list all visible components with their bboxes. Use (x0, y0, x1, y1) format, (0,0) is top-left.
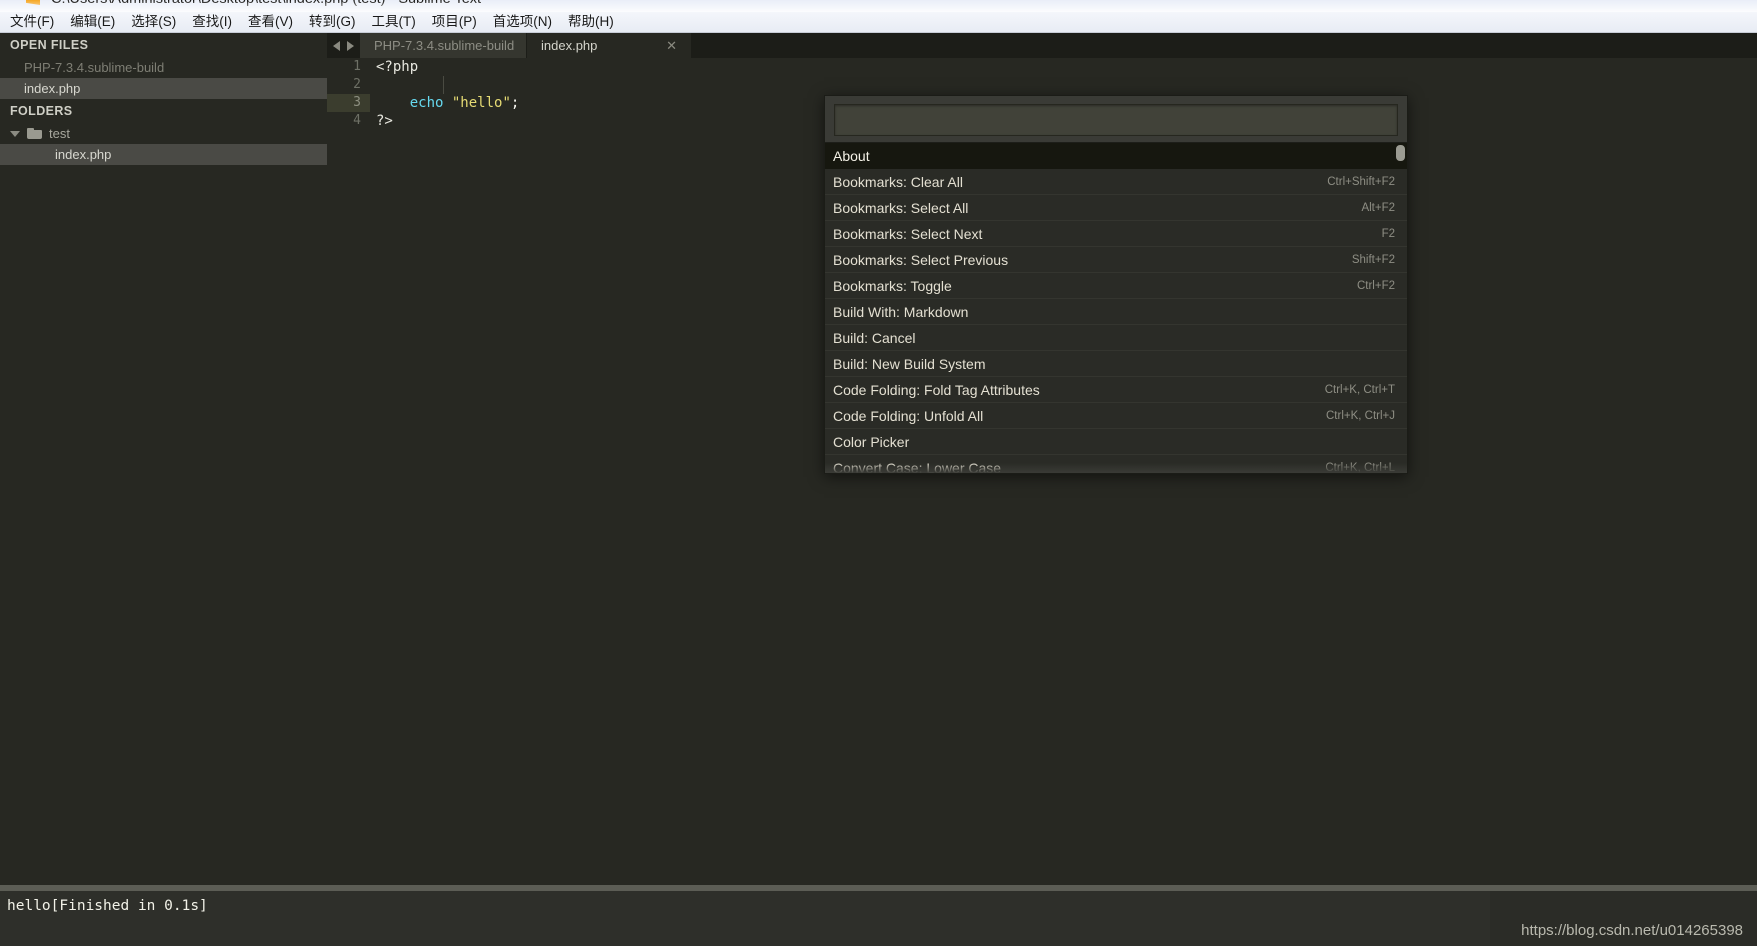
menu-bar: 文件(F) 编辑(E) 选择(S) 查找(I) 查看(V) 转到(G) 工具(T… (0, 12, 1757, 33)
palette-item-label: Build With: Markdown (833, 303, 969, 320)
palette-item-bookmarks-select-next[interactable]: Bookmarks: Select Next F2 (825, 221, 1407, 247)
command-palette-list: About Bookmarks: Clear All Ctrl+Shift+F2… (825, 142, 1407, 473)
line-number: 1 (353, 59, 361, 74)
palette-item-label: Bookmarks: Select Previous (833, 251, 1009, 268)
palette-item-label: Code Folding: Unfold All (833, 407, 984, 424)
palette-item-code-folding-fold-tag-attributes[interactable]: Code Folding: Fold Tag Attributes Ctrl+K… (825, 377, 1407, 403)
sublime-logo-icon (26, 0, 40, 5)
palette-item-shortcut: Ctrl+F2 (1356, 279, 1395, 292)
palette-item-label: About (833, 147, 870, 164)
palette-item-label: Build: Cancel (833, 329, 916, 346)
sublime-text-window: C:\Users\Administrator\Desktop\test\inde… (0, 0, 1757, 946)
palette-item-build-new-build-system[interactable]: Build: New Build System (825, 351, 1407, 377)
menu-tools[interactable]: 工具(T) (364, 12, 424, 32)
line-number-gutter: 1 2 3 4 (327, 58, 370, 885)
menu-find[interactable]: 查找(I) (184, 12, 240, 32)
palette-item-shortcut: Ctrl+K, Ctrl+T (1324, 383, 1395, 396)
palette-item-shortcut: Ctrl+K, Ctrl+L (1325, 461, 1395, 474)
build-output-panel: hello[Finished in 0.1s] https://blog.csd… (0, 891, 1757, 946)
palette-item-shortcut: Alt+F2 (1361, 201, 1395, 214)
sidebar: OPEN FILES PHP-7.3.4.sublime-build index… (0, 33, 328, 885)
arrow-left-icon[interactable] (333, 40, 340, 51)
palette-item-about[interactable]: About (825, 143, 1407, 169)
open-file-build[interactable]: PHP-7.3.4.sublime-build (0, 57, 327, 78)
palette-item-bookmarks-clear-all[interactable]: Bookmarks: Clear All Ctrl+Shift+F2 (825, 169, 1407, 195)
palette-item-shortcut: Shift+F2 (1351, 253, 1395, 266)
menu-edit[interactable]: 编辑(E) (62, 12, 123, 32)
command-palette-input[interactable] (835, 105, 1397, 135)
line-number: 4 (353, 113, 361, 128)
folder-file-index[interactable]: index.php (0, 144, 327, 165)
palette-item-code-folding-unfold-all[interactable]: Code Folding: Unfold All Ctrl+K, Ctrl+J (825, 403, 1407, 429)
palette-item-label: Bookmarks: Toggle (833, 277, 952, 294)
menu-help[interactable]: 帮助(H) (560, 12, 622, 32)
palette-item-bookmarks-toggle[interactable]: Bookmarks: Toggle Ctrl+F2 (825, 273, 1407, 299)
menu-view[interactable]: 查看(V) (240, 12, 301, 32)
palette-item-label: Build: New Build System (833, 355, 986, 372)
folders-header: FOLDERS (10, 104, 73, 118)
palette-item-shortcut: F2 (1381, 227, 1395, 240)
palette-item-label: Color Picker (833, 433, 910, 450)
folder-test[interactable]: test (0, 123, 327, 144)
tab-label: PHP-7.3.4.sublime-build (374, 38, 515, 53)
close-icon[interactable]: ✕ (666, 33, 677, 58)
palette-item-label: Convert Case: Lower Case (833, 459, 1002, 474)
tab-bar: PHP-7.3.4.sublime-build ✕ index.php ✕ (327, 33, 1757, 58)
code-line-1: <?php (376, 59, 419, 75)
window-title: C:\Users\Administrator\Desktop\test\inde… (51, 0, 481, 7)
tab-label: index.php (541, 38, 598, 53)
scrollbar-thumb[interactable] (1396, 145, 1405, 161)
palette-item-label: Bookmarks: Select All (833, 199, 969, 216)
folder-label: test (49, 126, 70, 141)
tab-index-php[interactable]: index.php ✕ (527, 33, 692, 58)
workspace: OPEN FILES PHP-7.3.4.sublime-build index… (0, 33, 1757, 885)
palette-item-label: Code Folding: Fold Tag Attributes (833, 381, 1040, 398)
menu-project[interactable]: 项目(P) (424, 12, 485, 32)
arrow-right-icon[interactable] (347, 40, 354, 51)
palette-item-shortcut: Ctrl+Shift+F2 (1327, 175, 1395, 188)
palette-item-shortcut: Ctrl+K, Ctrl+J (1325, 409, 1395, 422)
command-palette: About Bookmarks: Clear All Ctrl+Shift+F2… (824, 95, 1408, 474)
tab-php-build[interactable]: PHP-7.3.4.sublime-build ✕ (360, 33, 547, 58)
palette-item-build-with-markdown[interactable]: Build With: Markdown (825, 299, 1407, 325)
palette-item-build-cancel[interactable]: Build: Cancel (825, 325, 1407, 351)
palette-item-bookmarks-select-previous[interactable]: Bookmarks: Select Previous Shift+F2 (825, 247, 1407, 273)
palette-item-label: Bookmarks: Select Next (833, 225, 983, 242)
line-number: 3 (327, 94, 370, 112)
menu-selection[interactable]: 选择(S) (123, 12, 184, 32)
palette-item-label: Bookmarks: Clear All (833, 173, 963, 190)
menu-file[interactable]: 文件(F) (2, 12, 62, 32)
palette-item-color-picker[interactable]: Color Picker (825, 429, 1407, 455)
open-file-index[interactable]: index.php (0, 78, 327, 99)
command-palette-input-wrapper[interactable] (834, 104, 1398, 136)
palette-item-bookmarks-select-all[interactable]: Bookmarks: Select All Alt+F2 (825, 195, 1407, 221)
title-bar: C:\Users\Administrator\Desktop\test\inde… (0, 0, 1757, 12)
open-files-header: OPEN FILES (10, 38, 89, 52)
palette-item-convert-case-lower-case[interactable]: Convert Case: Lower Case Ctrl+K, Ctrl+L (825, 455, 1407, 474)
line-number: 2 (353, 77, 361, 92)
chevron-down-icon (10, 130, 20, 137)
menu-goto[interactable]: 转到(G) (301, 12, 364, 32)
tab-nav-buttons (327, 33, 360, 58)
indent-guide (443, 76, 444, 94)
menu-preferences[interactable]: 首选项(N) (485, 12, 560, 32)
folder-icon (27, 128, 42, 139)
watermark-url: https://blog.csdn.net/u014265398 (1521, 922, 1743, 939)
